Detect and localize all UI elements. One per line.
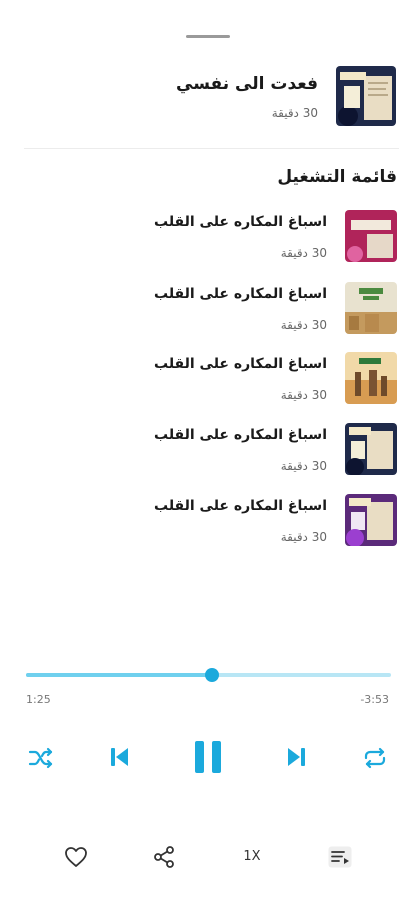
now-playing-header[interactable]: فعدت الى نفسي 30 دقيقة: [0, 60, 415, 132]
track-artwork: [345, 423, 397, 475]
favorite-button[interactable]: [62, 846, 90, 872]
elapsed-time: 1:25: [26, 693, 51, 706]
track-title: اسباغ المكاره على القلب: [154, 214, 327, 230]
skip-next-icon: [286, 746, 308, 768]
now-playing-duration: 30 دقيقة: [271, 106, 318, 120]
track-duration: 30 دقيقة: [280, 246, 327, 260]
now-playing-title: فعدت الى نفسي: [176, 74, 318, 94]
queue-icon: [328, 846, 352, 872]
track-artwork: [345, 352, 397, 404]
track-artwork: [345, 210, 397, 262]
share-icon: [152, 845, 176, 873]
divider: [24, 148, 399, 149]
heart-icon: [64, 846, 88, 872]
seek-bar[interactable]: [26, 668, 391, 682]
repeat-icon: [362, 747, 388, 769]
repeat-button[interactable]: [360, 743, 390, 773]
track-duration: 30 دقيقة: [280, 318, 327, 332]
seek-bar-progress: [26, 673, 213, 677]
pause-icon: [192, 739, 224, 775]
playlist-item[interactable]: اسباغ المكاره على القلب 30 دقيقة: [0, 492, 415, 552]
playlist-item[interactable]: اسباغ المكاره على القلب 30 دقيقة: [0, 208, 415, 268]
next-button[interactable]: [282, 742, 312, 772]
now-playing-artwork: [336, 66, 396, 126]
track-duration: 30 دقيقة: [280, 388, 327, 402]
track-artwork: [345, 282, 397, 334]
track-duration: 30 دقيقة: [280, 459, 327, 473]
share-button[interactable]: [150, 846, 178, 872]
remaining-time: -3:53: [360, 693, 389, 706]
drag-handle[interactable]: [186, 35, 230, 38]
playlist-item[interactable]: اسباغ المكاره على القلب 30 دقيقة: [0, 421, 415, 481]
playlist-item[interactable]: اسباغ المكاره على القلب 30 دقيقة: [0, 280, 415, 340]
previous-button[interactable]: [104, 742, 134, 772]
playlist-item[interactable]: اسباغ المكاره على القلب 30 دقيقة: [0, 350, 415, 410]
skip-previous-icon: [108, 746, 130, 768]
track-artwork: [345, 494, 397, 546]
playback-speed-button[interactable]: 1X: [236, 849, 268, 869]
seek-bar-thumb[interactable]: [205, 668, 220, 682]
track-title: اسباغ المكاره على القلب: [154, 498, 327, 514]
queue-button[interactable]: [326, 846, 354, 872]
shuffle-icon: [28, 747, 54, 769]
track-title: اسباغ المكاره على القلب: [154, 356, 327, 372]
shuffle-button[interactable]: [26, 743, 56, 773]
playlist-heading: قائمة التشغيل: [277, 167, 397, 187]
track-duration: 30 دقيقة: [280, 530, 327, 544]
track-title: اسباغ المكاره على القلب: [154, 286, 327, 302]
track-title: اسباغ المكاره على القلب: [154, 427, 327, 443]
pause-button[interactable]: [188, 737, 228, 777]
